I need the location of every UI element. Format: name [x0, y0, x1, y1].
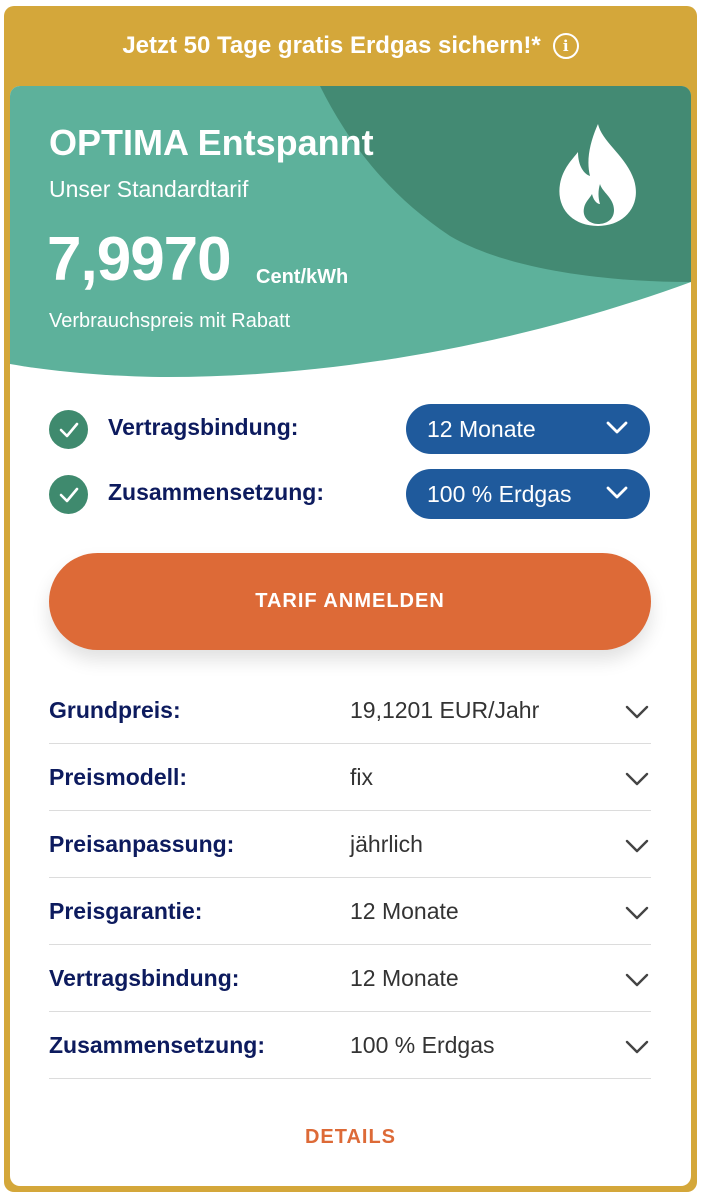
tariff-panel: OPTIMA Entspannt Unser Standardtarif 7,9… [10, 86, 691, 1186]
detail-row-zusammensetzung[interactable]: Zusammensetzung: 100 % Erdgas [49, 1012, 651, 1079]
detail-value: 19,1201 EUR/Jahr [350, 697, 540, 723]
detail-label: Preisgarantie: [49, 898, 203, 924]
detail-label: Preisanpassung: [49, 831, 235, 857]
detail-value: 12 Monate [350, 965, 459, 991]
info-icon[interactable]: i [552, 33, 579, 59]
chevron-down-icon [625, 772, 649, 786]
zusammensetzung-select[interactable]: 100 % Erdgas [406, 469, 650, 519]
price-note: Verbrauchspreis mit Rabatt [49, 310, 291, 332]
detail-row-preisanpassung[interactable]: Preisanpassung: jährlich [49, 811, 651, 878]
chevron-down-icon [625, 1040, 649, 1054]
detail-value: jährlich [350, 831, 423, 857]
chevron-down-icon [606, 421, 628, 434]
chevron-down-icon [625, 906, 649, 920]
chevron-down-icon [625, 705, 649, 719]
option-row-vertragsbindung: Vertragsbindung: 12 Monate [49, 404, 650, 454]
select-value: 12 Monate [427, 415, 536, 442]
option-label: Vertragsbindung: [108, 414, 299, 440]
check-icon [49, 410, 88, 449]
detail-label: Preismodell: [49, 764, 188, 790]
detail-row-preismodell[interactable]: Preismodell: fix [49, 744, 651, 811]
option-label: Zusammensetzung: [108, 479, 324, 505]
option-row-zusammensetzung: Zusammensetzung: 100 % Erdgas [49, 469, 650, 519]
promo-text: Jetzt 50 Tage gratis Erdgas sichern!* [122, 32, 541, 59]
tariff-subtitle: Unser Standardtarif [49, 176, 249, 202]
detail-row-vertragsbindung[interactable]: Vertragsbindung: 12 Monate [49, 945, 651, 1012]
detail-value: 100 % Erdgas [350, 1032, 495, 1058]
detail-label: Grundpreis: [49, 697, 181, 723]
promo-banner: Jetzt 50 Tage gratis Erdgas sichern!* i [4, 6, 697, 86]
chevron-down-icon [625, 839, 649, 853]
price-unit: Cent/kWh [256, 266, 349, 288]
detail-label: Vertragsbindung: [49, 965, 240, 991]
tarif-anmelden-button[interactable]: TARIF ANMELDEN [49, 553, 651, 650]
chevron-down-icon [606, 486, 628, 499]
select-value: 100 % Erdgas [427, 480, 572, 507]
details-link[interactable]: DETAILS [10, 1126, 691, 1149]
tariff-card: Jetzt 50 Tage gratis Erdgas sichern!* i … [4, 6, 697, 1192]
detail-row-grundpreis[interactable]: Grundpreis: 19,1201 EUR/Jahr [49, 677, 651, 744]
detail-label: Zusammensetzung: [49, 1032, 265, 1058]
flame-icon [559, 124, 636, 226]
check-icon [49, 475, 88, 514]
tariff-name: OPTIMA Entspannt [49, 122, 374, 163]
vertragsbindung-select[interactable]: 12 Monate [406, 404, 650, 454]
detail-value: 12 Monate [350, 898, 459, 924]
chevron-down-icon [625, 973, 649, 987]
price-value: 7,9970 [47, 225, 232, 294]
detail-row-preisgarantie[interactable]: Preisgarantie: 12 Monate [49, 878, 651, 945]
detail-value: fix [350, 764, 373, 790]
